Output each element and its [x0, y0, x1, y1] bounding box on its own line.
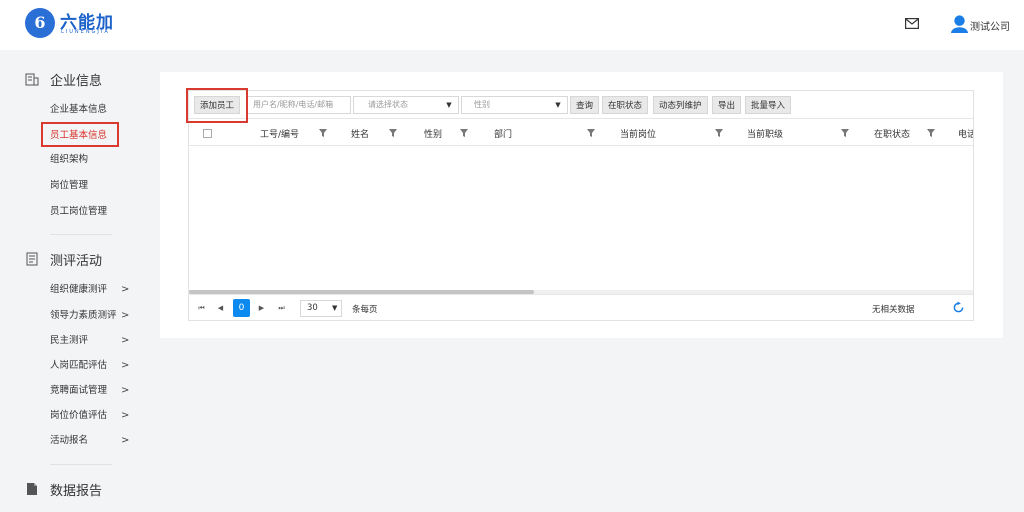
next-page-icon[interactable]: ▶	[255, 300, 268, 316]
per-page-label: 条每页	[352, 305, 378, 315]
status-select[interactable]: 请选择状态 ▼	[353, 96, 459, 114]
column-header-phone[interactable]: 电话	[958, 127, 973, 140]
page-size-select[interactable]: 30 ▼	[300, 300, 342, 317]
sidebar-item-org-structure[interactable]: 组织架构	[50, 153, 88, 167]
pagination-bar: ⏮ ◀ 0 ▶ ⏭ 30 ▼ 条每页 无相关数据	[189, 294, 973, 321]
building-icon	[25, 73, 39, 86]
filter-icon[interactable]	[587, 129, 595, 137]
export-button[interactable]: 导出	[712, 96, 742, 114]
refresh-icon[interactable]	[952, 301, 965, 314]
logo-icon[interactable]: 6	[25, 8, 55, 38]
gender-select[interactable]: 性别 ▼	[461, 96, 568, 114]
current-page[interactable]: 0	[233, 299, 250, 317]
top-header: 6 六能加 LIUNENGJIA 测试公司	[0, 0, 1024, 50]
filter-icon[interactable]	[715, 129, 723, 137]
batch-import-button[interactable]: 批量导入	[745, 96, 792, 114]
brand-name-en: LIUNENGJIA	[61, 29, 110, 35]
on-job-status-button[interactable]: 在职状态	[602, 96, 649, 114]
sidebar-item-signup[interactable]: 活动报名	[50, 434, 88, 448]
chevron-down-icon: ▼	[446, 101, 452, 109]
column-header-department[interactable]: 部门	[494, 127, 512, 140]
chevron-down-icon: ▼	[332, 304, 338, 312]
search-input[interactable]: 用户名/昵称/电话/邮箱	[246, 96, 351, 114]
first-page-icon[interactable]: ⏮	[195, 300, 208, 316]
gender-select-value: 性别	[474, 100, 490, 109]
sidebar-item-interview[interactable]: 竞聘面试管理	[50, 384, 107, 398]
sidebar-item-leadership[interactable]: 领导力素质测评	[50, 309, 117, 323]
clipboard-icon	[26, 252, 38, 266]
column-header-gender[interactable]: 性别	[424, 127, 442, 140]
query-button[interactable]: 查询	[570, 96, 600, 114]
report-icon	[27, 483, 37, 495]
last-page-icon[interactable]: ⏭	[275, 300, 288, 316]
chevron-down-icon: ▼	[555, 101, 561, 109]
filter-icon[interactable]	[927, 129, 935, 137]
table-body	[189, 147, 973, 290]
status-select-value: 请选择状态	[368, 100, 408, 109]
chevron-right-icon: >	[121, 410, 130, 421]
dynamic-columns-button[interactable]: 动态列维护	[653, 96, 708, 114]
page-size-value: 30	[307, 303, 318, 313]
filter-icon[interactable]	[389, 129, 397, 137]
filter-icon[interactable]	[319, 129, 327, 137]
employee-grid: 添加员工 用户名/昵称/电话/邮箱 请选择状态 ▼ 性别 ▼ 查询 在职状态 动…	[188, 90, 974, 321]
column-header-name[interactable]: 姓名	[351, 127, 369, 140]
column-header-status[interactable]: 在职状态	[874, 127, 910, 140]
column-header-rank[interactable]: 当前职级	[747, 127, 783, 140]
sidebar-item-company-info[interactable]: 企业基本信息	[50, 103, 107, 117]
add-button-highlight	[186, 88, 248, 123]
sidebar-section-title: 测评活动	[50, 254, 103, 269]
chevron-right-icon: >	[121, 360, 130, 371]
chevron-right-icon: >	[121, 284, 130, 295]
sidebar-divider	[50, 234, 112, 235]
sidebar-divider	[50, 464, 112, 465]
sidebar-section-title: 企业信息	[50, 74, 103, 89]
no-data-text: 无相关数据	[872, 305, 915, 315]
company-name[interactable]: 测试公司	[970, 18, 1010, 33]
select-all-checkbox[interactable]	[203, 129, 212, 138]
sidebar-item-democratic[interactable]: 民主测评	[50, 334, 88, 348]
filter-icon[interactable]	[841, 129, 849, 137]
sidebar-item-org-health[interactable]: 组织健康测评	[50, 283, 107, 297]
mail-icon[interactable]	[905, 18, 919, 29]
table-header: 工号/编号 姓名 性别 部门 当前岗位 当前职级 在职状态 电话	[189, 120, 973, 146]
user-avatar-icon[interactable]	[950, 14, 969, 33]
filter-icon[interactable]	[460, 129, 468, 137]
column-header-employee-id[interactable]: 工号/编号	[260, 127, 299, 140]
sidebar-item-job-value[interactable]: 岗位价值评估	[50, 409, 107, 423]
prev-page-icon[interactable]: ◀	[214, 300, 227, 316]
sidebar-item-person-job-match[interactable]: 人岗匹配评估	[50, 359, 107, 373]
grid-toolbar: 添加员工 用户名/昵称/电话/邮箱 请选择状态 ▼ 性别 ▼ 查询 在职状态 动…	[189, 91, 973, 119]
sidebar-item-position-mgmt[interactable]: 岗位管理	[50, 179, 88, 193]
chevron-right-icon: >	[121, 335, 130, 346]
sidebar-section-title: 数据报告	[50, 484, 103, 499]
chevron-right-icon: >	[121, 310, 130, 321]
column-header-position[interactable]: 当前岗位	[620, 127, 656, 140]
sidebar-item-employee-position[interactable]: 员工岗位管理	[50, 205, 107, 219]
active-item-highlight	[41, 122, 119, 147]
sidebar: 企业信息 企业基本信息 员工基本信息 组织架构 岗位管理 员工岗位管理 测评活动…	[0, 50, 140, 512]
chevron-right-icon: >	[121, 435, 130, 446]
chevron-right-icon: >	[121, 385, 130, 396]
